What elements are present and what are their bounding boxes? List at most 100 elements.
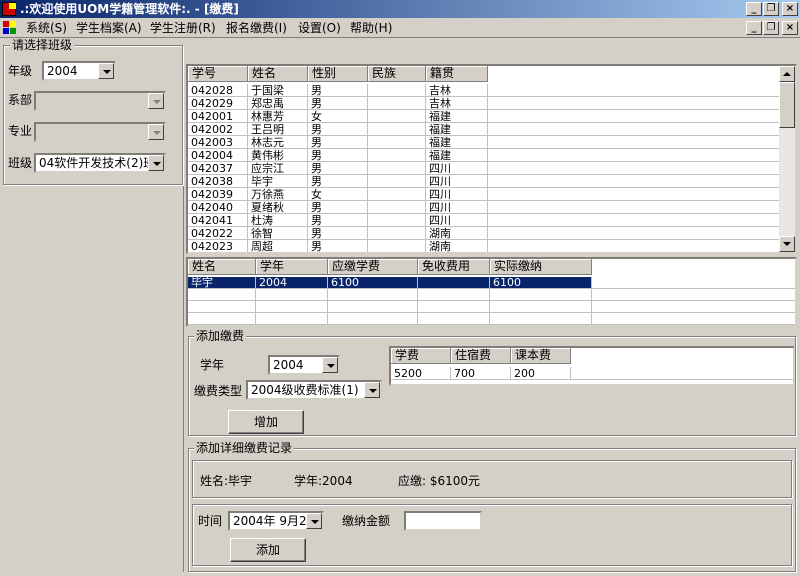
table-row[interactable]: 042037 应宗江男 四川 (188, 162, 779, 175)
table-cell-empty (488, 84, 779, 97)
detail-year: 学年:2004 (294, 474, 353, 488)
table-row[interactable]: 042001 林惠芳女 福建 (188, 110, 779, 123)
table-cell (418, 289, 490, 301)
table-cell (256, 313, 328, 325)
class-value: 04软件开发技术(2)班 (39, 156, 156, 170)
table-cell (368, 214, 426, 227)
date-value: 2004年 9月29 (233, 514, 315, 528)
chevron-down-icon[interactable] (322, 357, 338, 373)
student-grid[interactable]: 学号 姓名 性别 民族 籍贯 042028 于国梁男吉林 042029 郑忠禹男吉林 0… (186, 64, 797, 254)
table-cell (328, 289, 418, 301)
mdi-child-icon[interactable] (2, 20, 18, 36)
table-cell: 042001 (188, 110, 248, 123)
chevron-down-icon[interactable] (148, 155, 164, 171)
table-cell: 吉林 (426, 97, 488, 110)
restore-icon[interactable]: ❐ (763, 2, 779, 16)
fee-col-name[interactable]: 姓名 (188, 259, 256, 275)
table-cell: 福建 (426, 136, 488, 149)
menu-enroll-fee[interactable]: 报名缴费(I) (226, 20, 287, 36)
close-icon[interactable]: × (782, 2, 798, 16)
table-cell (368, 162, 426, 175)
fee-year-select[interactable]: 2004 (268, 355, 340, 375)
sub-col-books[interactable]: 课本费 (511, 348, 571, 364)
table-row[interactable] (188, 289, 795, 301)
table-row[interactable] (188, 301, 795, 313)
chevron-down-icon[interactable] (148, 124, 164, 140)
table-cell: 黄伟彬 (248, 149, 308, 162)
table-cell: 四川 (426, 175, 488, 188)
major-select[interactable] (34, 122, 166, 142)
table-cell: 男 (308, 97, 368, 110)
col-header-hometown[interactable]: 籍贯 (426, 66, 488, 82)
table-cell (368, 97, 426, 110)
scroll-thumb[interactable] (779, 82, 795, 128)
class-select[interactable]: 04软件开发技术(2)班 (34, 153, 166, 173)
table-cell: 男 (308, 201, 368, 214)
table-row[interactable]: 042022 徐智男 湖南 (188, 227, 779, 240)
fee-col-waived[interactable]: 免收费用 (418, 259, 490, 275)
menu-student-archive[interactable]: 学生档案(A) (76, 20, 142, 36)
chevron-down-icon[interactable] (148, 93, 164, 109)
fee-col-due[interactable]: 应缴学费 (328, 259, 418, 275)
menu-help[interactable]: 帮助(H) (350, 20, 392, 36)
table-row[interactable] (188, 313, 795, 325)
table-cell: 福建 (426, 149, 488, 162)
table-row[interactable]: 042004 黄伟彬男 福建 (188, 149, 779, 162)
minimize-icon[interactable]: _ (746, 2, 762, 16)
table-cell-empty (592, 289, 795, 301)
table-cell (328, 313, 418, 325)
table-cell: 福建 (426, 110, 488, 123)
fee-col-paid[interactable]: 实际缴纳 (490, 259, 592, 275)
add-record-button[interactable]: 添加 (230, 538, 306, 562)
table-row[interactable]: 042040 夏绪秋男 四川 (188, 201, 779, 214)
table-row[interactable]: 042003 林志元男 福建 (188, 136, 779, 149)
table-row[interactable]: 042029 郑忠禹男 吉林 (188, 97, 779, 110)
table-row[interactable]: 042028 于国梁男 吉林 (188, 84, 779, 97)
mdi-close-icon[interactable]: × (782, 21, 798, 35)
dept-select[interactable] (34, 91, 166, 111)
table-cell: 042002 (188, 123, 248, 136)
chevron-down-icon[interactable] (364, 382, 380, 398)
menu-system[interactable]: 系统(S) (26, 20, 67, 36)
table-row[interactable]: 042039 万徐燕女 四川 (188, 188, 779, 201)
chevron-down-icon[interactable] (98, 63, 114, 79)
table-cell (490, 301, 592, 313)
table-row[interactable]: 042041 杜涛男 四川 (188, 214, 779, 227)
col-header-ethnicity[interactable]: 民族 (368, 66, 426, 82)
table-cell-empty (488, 214, 779, 227)
table-cell: 042039 (188, 188, 248, 201)
sub-cell-empty (571, 367, 793, 380)
scroll-up-icon[interactable] (779, 66, 795, 82)
fee-standard-grid[interactable]: 学费 住宿费 课本费 5200 700 200 (389, 346, 795, 386)
increase-button[interactable]: 增加 (228, 410, 304, 434)
scroll-down-icon[interactable] (779, 236, 795, 252)
col-header-name[interactable]: 姓名 (248, 66, 308, 82)
col-header-id[interactable]: 学号 (188, 66, 248, 82)
sub-col-tuition[interactable]: 学费 (391, 348, 451, 364)
menu-settings[interactable]: 设置(O) (298, 20, 341, 36)
student-grid-scrollbar[interactable] (779, 66, 795, 252)
table-cell: 男 (308, 162, 368, 175)
mdi-restore-icon[interactable]: ❐ (763, 21, 779, 35)
table-row[interactable]: 042002 王吕明男 福建 (188, 123, 779, 136)
table-cell (368, 240, 426, 252)
fee-type-select[interactable]: 2004级收费标准(1) (246, 380, 382, 400)
grade-select[interactable]: 2004 (42, 61, 116, 81)
table-row[interactable]: 042038 毕宇男 四川 (188, 175, 779, 188)
table-cell: 夏绪秋 (248, 201, 308, 214)
table-cell: 林志元 (248, 136, 308, 149)
chevron-down-icon[interactable] (306, 513, 322, 529)
sub-col-lodging[interactable]: 住宿费 (451, 348, 511, 364)
col-header-gender[interactable]: 性别 (308, 66, 368, 82)
menu-student-register[interactable]: 学生注册(R) (150, 20, 216, 36)
table-cell (256, 289, 328, 301)
table-row[interactable]: 毕宇 2004 6100 6100 (188, 277, 795, 289)
fee-year-label: 学年 (200, 358, 225, 372)
date-picker[interactable]: 2004年 9月29 (228, 511, 324, 531)
table-row[interactable]: 5200 700 200 (391, 367, 793, 380)
fee-grid[interactable]: 姓名 学年 应缴学费 免收费用 实际缴纳 毕宇 2004 6100 6100 (186, 257, 797, 327)
table-row[interactable]: 042023 周超男 湖南 (188, 240, 779, 252)
fee-col-year[interactable]: 学年 (256, 259, 328, 275)
mdi-minimize-icon[interactable]: _ (746, 21, 762, 35)
amount-input[interactable] (404, 511, 482, 531)
